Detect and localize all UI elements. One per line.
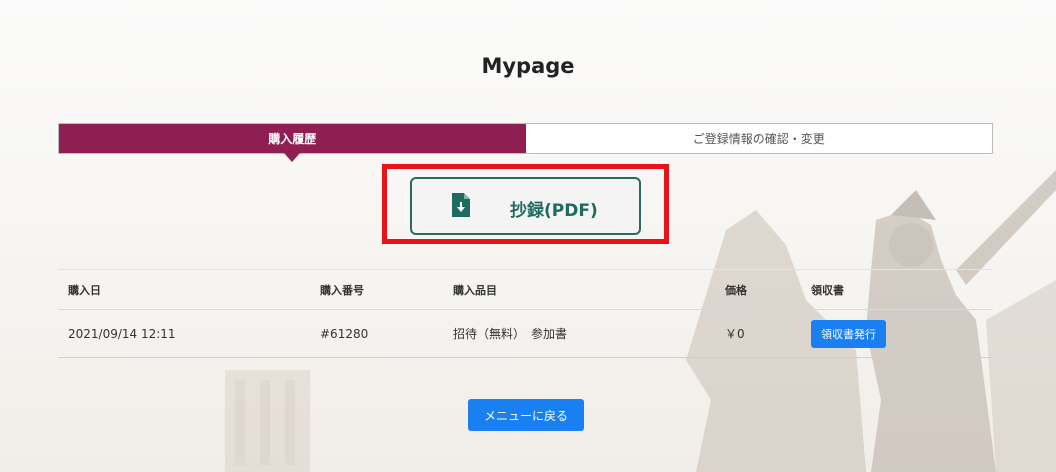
background-building-image — [225, 370, 310, 472]
tab-purchase-history[interactable]: 購入履歴 — [59, 124, 526, 162]
tab-registration-info[interactable]: ご登録情報の確認・変更 — [526, 124, 993, 153]
back-to-menu-button[interactable]: メニューに戻る — [468, 399, 584, 431]
issue-receipt-button[interactable]: 領収書発行 — [811, 319, 886, 348]
header-purchase-number: 購入番号 — [320, 283, 364, 297]
receipt-cell: 領収書発行 — [811, 310, 886, 357]
file-download-icon — [452, 193, 470, 217]
tab-bar: 購入履歴 ご登録情報の確認・変更 — [58, 123, 993, 162]
table-header-row: 購入日 購入番号 購入品目 価格 領収書 — [58, 269, 993, 309]
cell-purchase-date: 2021/09/14 12:11 — [68, 326, 176, 341]
abstract-pdf-label: 抄録(PDF) — [510, 201, 598, 221]
header-purchase-item: 購入品目 — [453, 283, 497, 297]
page-title: Mypage — [481, 54, 575, 78]
table-row: 2021/09/14 12:11 #61280 招待（無料） 参加書 ￥0 領収… — [58, 309, 993, 358]
cell-purchase-item: 招待（無料） 参加書 — [453, 327, 568, 341]
header-receipt: 領収書 — [811, 283, 844, 297]
cell-purchase-number: #61280 — [320, 326, 369, 341]
header-purchase-date: 購入日 — [68, 283, 101, 297]
header-price: 価格 — [725, 283, 747, 297]
cell-price: ￥0 — [725, 327, 745, 341]
purchase-history-table: 購入日 購入番号 購入品目 価格 領収書 2021/09/14 12:11 #6… — [58, 269, 993, 358]
abstract-pdf-button[interactable]: 抄録(PDF) — [410, 177, 641, 235]
